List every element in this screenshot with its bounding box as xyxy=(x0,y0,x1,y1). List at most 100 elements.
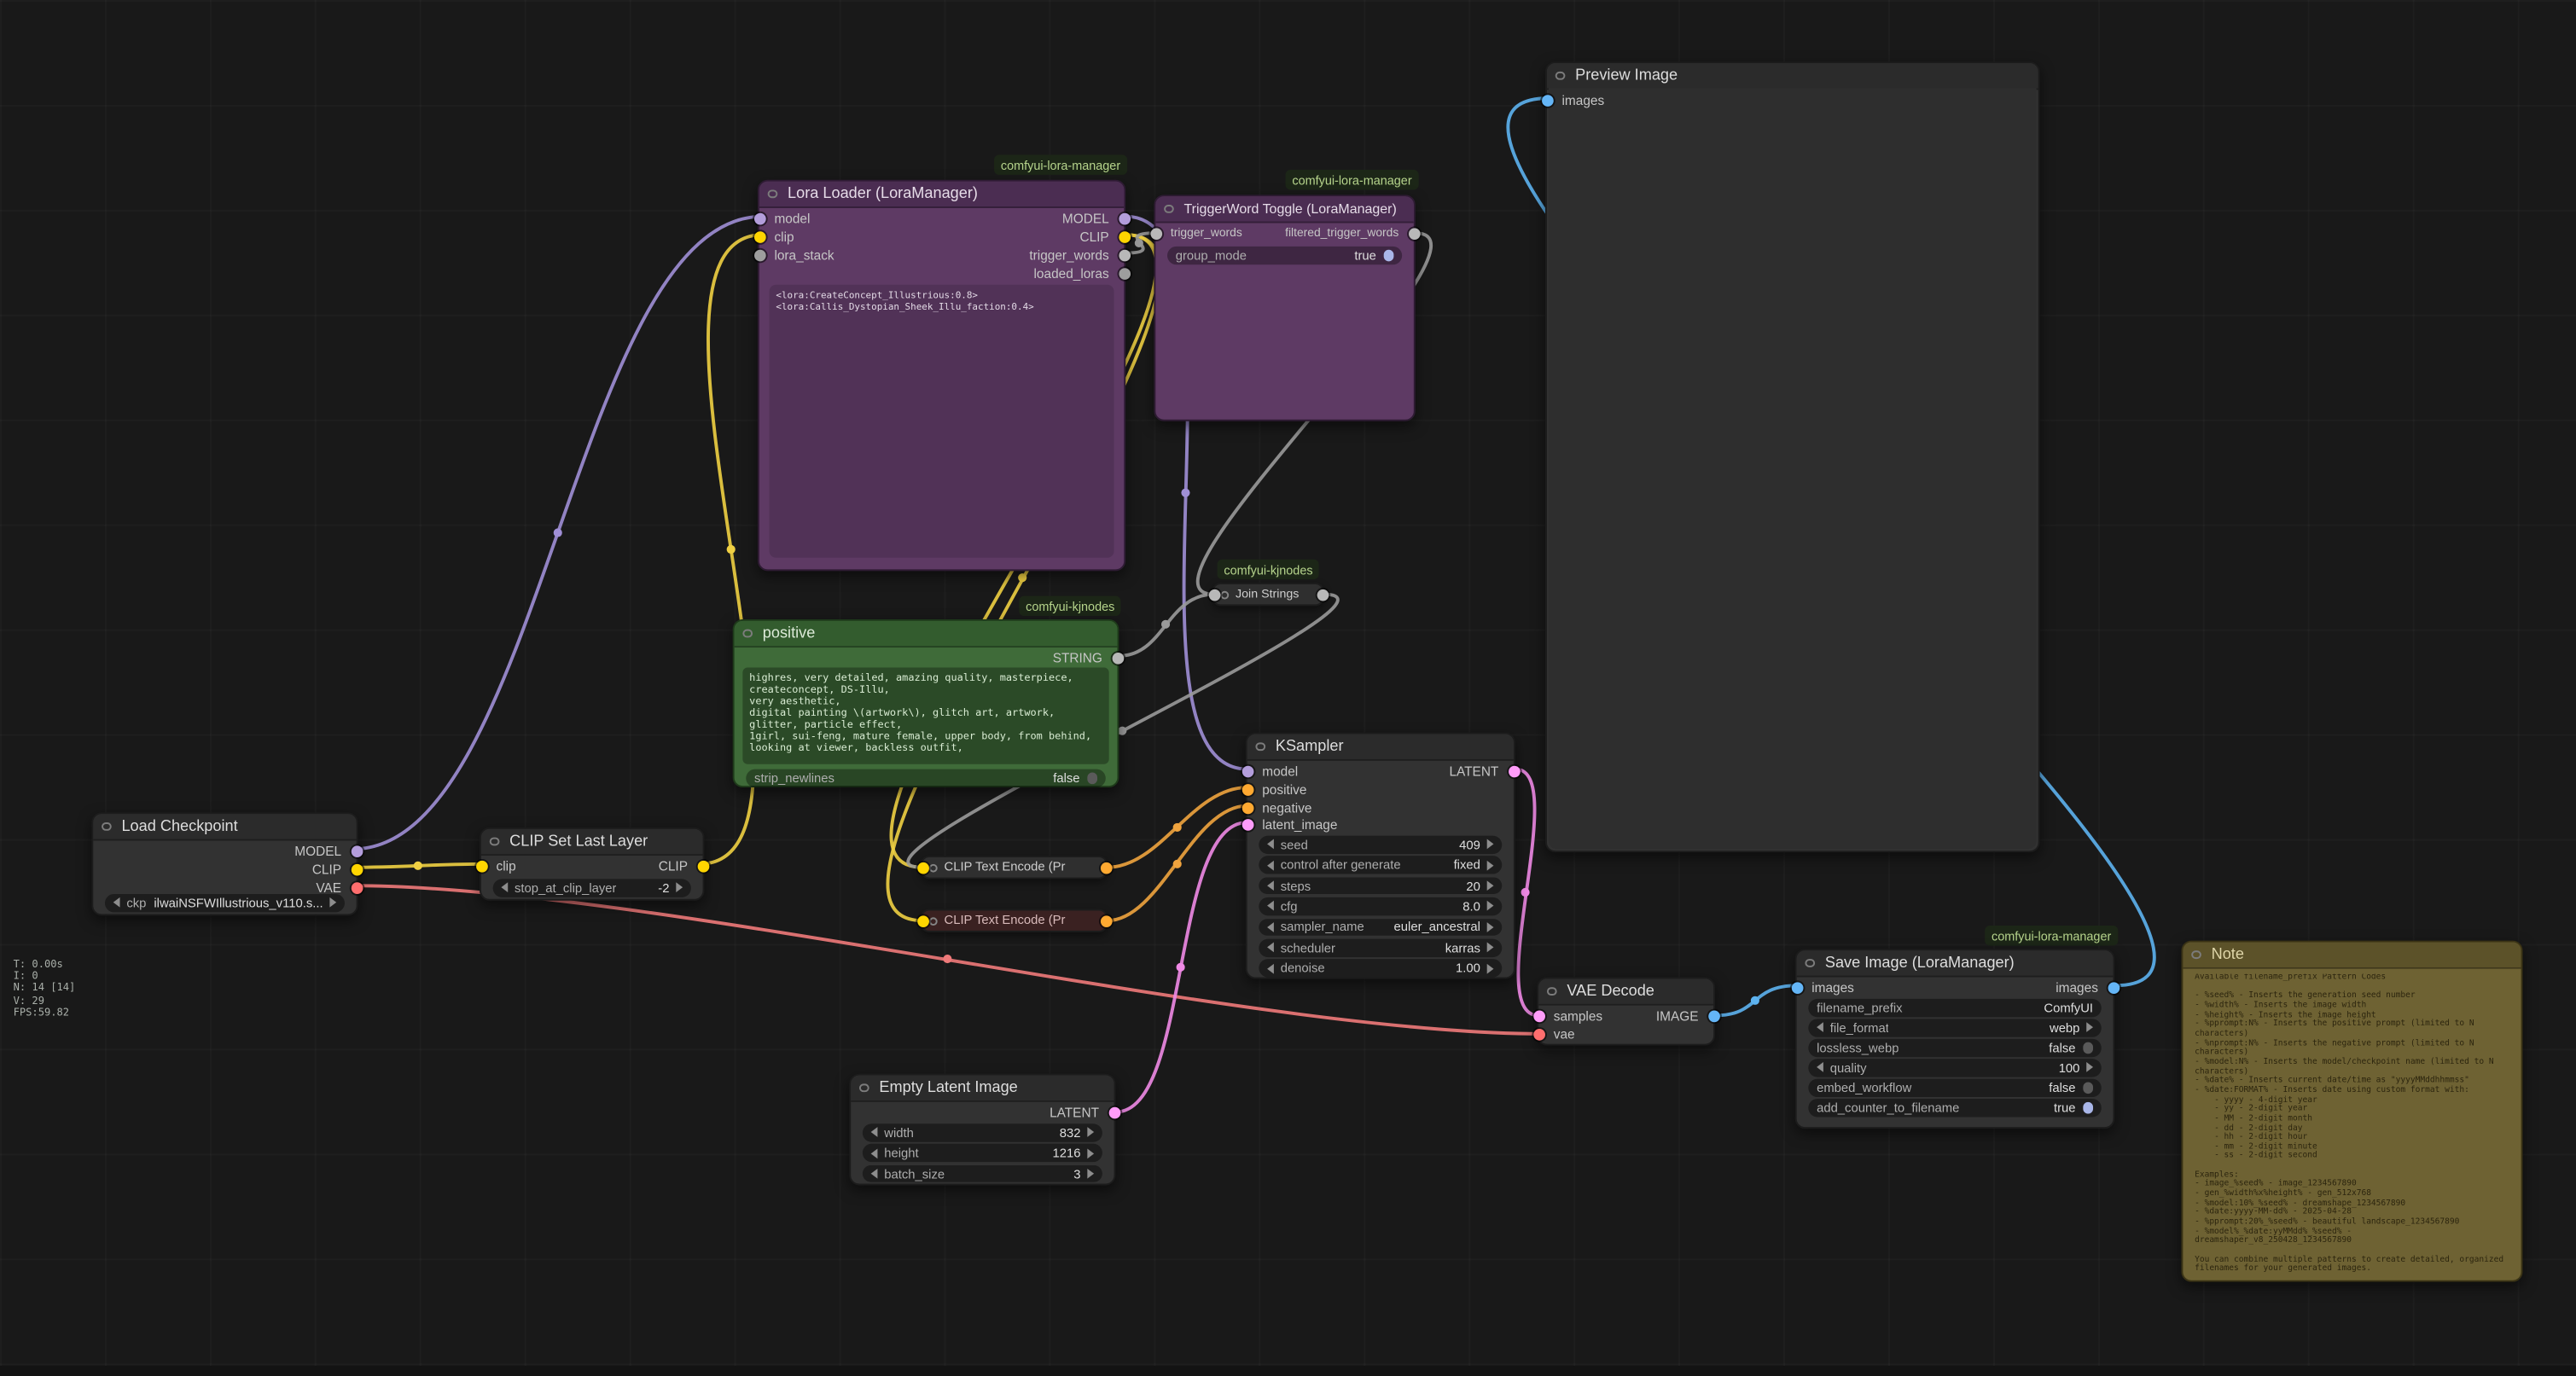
collapse-dot-icon[interactable] xyxy=(1547,986,1556,996)
clip-input-port[interactable]: clip xyxy=(481,857,516,875)
loaded-loras-port-dot[interactable] xyxy=(1118,268,1130,280)
string-output-port[interactable]: STRING xyxy=(1053,649,1118,667)
string-input-port-dot[interactable] xyxy=(1208,589,1220,601)
toggle-icon[interactable] xyxy=(1383,250,1394,261)
collapse-dot-icon[interactable] xyxy=(2191,949,2201,959)
decrement-arrow-icon[interactable] xyxy=(871,1169,878,1179)
lora-stack-port-dot[interactable] xyxy=(753,250,765,262)
increment-arrow-icon[interactable] xyxy=(1487,880,1494,891)
clip-output-port[interactable]: CLIP xyxy=(1079,228,1124,246)
model-output-port[interactable]: MODEL xyxy=(1062,210,1124,228)
clip-port-dot[interactable] xyxy=(1118,231,1130,243)
increment-arrow-icon[interactable] xyxy=(1487,922,1494,932)
clip-input-port-dot[interactable] xyxy=(916,862,928,874)
increment-arrow-icon[interactable] xyxy=(329,897,336,908)
height-widget[interactable]: height1216 xyxy=(863,1144,1102,1161)
add-counter-widget[interactable]: add_counter_to_filenametrue xyxy=(1808,1099,2101,1116)
node-save-image[interactable]: Save Image (LoraManager) images images f… xyxy=(1795,949,2115,1129)
decrement-arrow-icon[interactable] xyxy=(1817,1023,1823,1033)
clip-port-dot[interactable] xyxy=(697,861,709,873)
decrement-arrow-icon[interactable] xyxy=(1267,943,1274,953)
node-title-bar[interactable]: VAE Decode xyxy=(1538,978,1713,1005)
node-title-bar[interactable]: positive xyxy=(735,621,1118,647)
trigger-words-output-port[interactable]: trigger_words xyxy=(1029,247,1124,264)
node-load-checkpoint[interactable]: Load Checkpoint MODEL CLIP VAE ckpt_name… xyxy=(91,812,358,915)
collapse-dot-icon[interactable] xyxy=(929,917,938,926)
toggle-icon[interactable] xyxy=(2082,1082,2093,1093)
latent-port-dot[interactable] xyxy=(1241,819,1253,831)
decrement-arrow-icon[interactable] xyxy=(1267,860,1274,870)
decrement-arrow-icon[interactable] xyxy=(501,883,508,893)
batch-size-widget[interactable]: batch_size3 xyxy=(863,1165,1102,1182)
node-preview-image[interactable]: Preview Image images xyxy=(1545,61,2040,852)
increment-arrow-icon[interactable] xyxy=(1487,839,1494,850)
loaded-loras-output-port[interactable]: loaded_loras xyxy=(1034,264,1125,282)
increment-arrow-icon[interactable] xyxy=(676,883,683,893)
clip-input-port-dot[interactable] xyxy=(916,915,928,927)
string-port-dot[interactable] xyxy=(1112,653,1124,665)
node-title-bar[interactable]: CLIP Set Last Layer xyxy=(481,829,703,856)
image-port-dot[interactable] xyxy=(1541,95,1553,107)
node-lora-loader[interactable]: Lora Loader (LoraManager) model clip lor… xyxy=(758,180,1125,572)
string-port-dot[interactable] xyxy=(1150,228,1162,240)
increment-arrow-icon[interactable] xyxy=(1087,1128,1094,1138)
toggle-icon[interactable] xyxy=(2082,1102,2093,1113)
conditioning-output-port-dot[interactable] xyxy=(1100,915,1112,927)
image-port-dot[interactable] xyxy=(2108,982,2120,994)
images-input-port[interactable]: images xyxy=(1797,978,1854,996)
node-title-bar[interactable]: Empty Latent Image xyxy=(851,1076,1114,1102)
conditioning-output-port-dot[interactable] xyxy=(1100,862,1112,874)
node-title-bar[interactable]: TriggerWord Toggle (LoraManager) xyxy=(1155,196,1413,223)
decrement-arrow-icon[interactable] xyxy=(113,897,120,908)
conditioning-port-dot[interactable] xyxy=(1241,803,1253,815)
conditioning-port-dot[interactable] xyxy=(1241,784,1253,796)
vae-port-dot[interactable] xyxy=(351,882,363,894)
file-format-widget[interactable]: file_formatwebp xyxy=(1808,1019,2101,1036)
increment-arrow-icon[interactable] xyxy=(1087,1148,1094,1158)
positive-input-port[interactable]: positive xyxy=(1247,781,1307,798)
model-input-port[interactable]: model xyxy=(759,210,811,228)
clip-port-dot[interactable] xyxy=(753,231,765,243)
image-port-dot[interactable] xyxy=(1791,982,1803,994)
samples-input-port[interactable]: samples xyxy=(1538,1007,1602,1025)
string-port-dot[interactable] xyxy=(1118,250,1130,262)
string-output-port-dot[interactable] xyxy=(1317,589,1329,601)
model-port-dot[interactable] xyxy=(1241,766,1253,778)
prompt-textarea[interactable]: highres, very detailed, amazing quality,… xyxy=(742,668,1108,764)
scheduler-widget[interactable]: schedulerkarras xyxy=(1259,939,1502,956)
images-output-port[interactable]: images xyxy=(2056,978,2113,996)
sampler-name-widget[interactable]: sampler_nameeuler_ancestral xyxy=(1259,918,1502,935)
node-clip-text-encode-positive[interactable]: CLIP Text Encode (Pr xyxy=(921,856,1108,879)
embed-workflow-widget[interactable]: embed_workflowfalse xyxy=(1808,1079,2101,1096)
node-title-bar[interactable]: Preview Image xyxy=(1547,63,2038,90)
clip-output-port[interactable]: CLIP xyxy=(659,857,703,875)
decrement-arrow-icon[interactable] xyxy=(1267,880,1274,891)
node-title-bar[interactable]: KSampler xyxy=(1247,734,1514,761)
node-note[interactable]: Note Available filename_prefix Pattern C… xyxy=(2181,941,2522,1282)
decrement-arrow-icon[interactable] xyxy=(1817,1063,1823,1073)
group-mode-widget[interactable]: group_modetrue xyxy=(1167,247,1402,264)
node-empty-latent-image[interactable]: Empty Latent Image LATENT width832 heigh… xyxy=(849,1074,1115,1186)
latent-port-dot[interactable] xyxy=(1532,1011,1544,1023)
image-port-dot[interactable] xyxy=(1707,1011,1719,1023)
steps-widget[interactable]: steps20 xyxy=(1259,877,1502,894)
latent-port-dot[interactable] xyxy=(1508,766,1520,778)
node-graph[interactable]: comfyui-lora-manager comfyui-lora-manage… xyxy=(0,0,2576,1376)
collapse-dot-icon[interactable] xyxy=(929,864,938,873)
image-output-port[interactable]: IMAGE xyxy=(1656,1007,1713,1025)
model-port-dot[interactable] xyxy=(1118,213,1130,225)
collapse-dot-icon[interactable] xyxy=(490,837,499,846)
vae-input-port[interactable]: vae xyxy=(1538,1025,1574,1043)
node-positive-prompt[interactable]: positive STRING highres, very detailed, … xyxy=(733,619,1119,787)
latent-image-input-port[interactable]: latent_image xyxy=(1247,816,1338,833)
collapse-dot-icon[interactable] xyxy=(1805,958,1814,967)
images-input-port[interactable]: images xyxy=(1547,91,1604,109)
vae-port-dot[interactable] xyxy=(1532,1029,1544,1041)
model-port-dot[interactable] xyxy=(753,213,765,225)
lora-stack-input-port[interactable]: lora_stack xyxy=(759,247,834,264)
clip-input-port[interactable]: clip xyxy=(759,228,794,246)
increment-arrow-icon[interactable] xyxy=(1487,902,1494,912)
clip-output-port[interactable]: CLIP xyxy=(312,861,357,879)
node-vae-decode[interactable]: VAE Decode samples vae IMAGE xyxy=(1537,978,1715,1046)
decrement-arrow-icon[interactable] xyxy=(871,1128,878,1138)
